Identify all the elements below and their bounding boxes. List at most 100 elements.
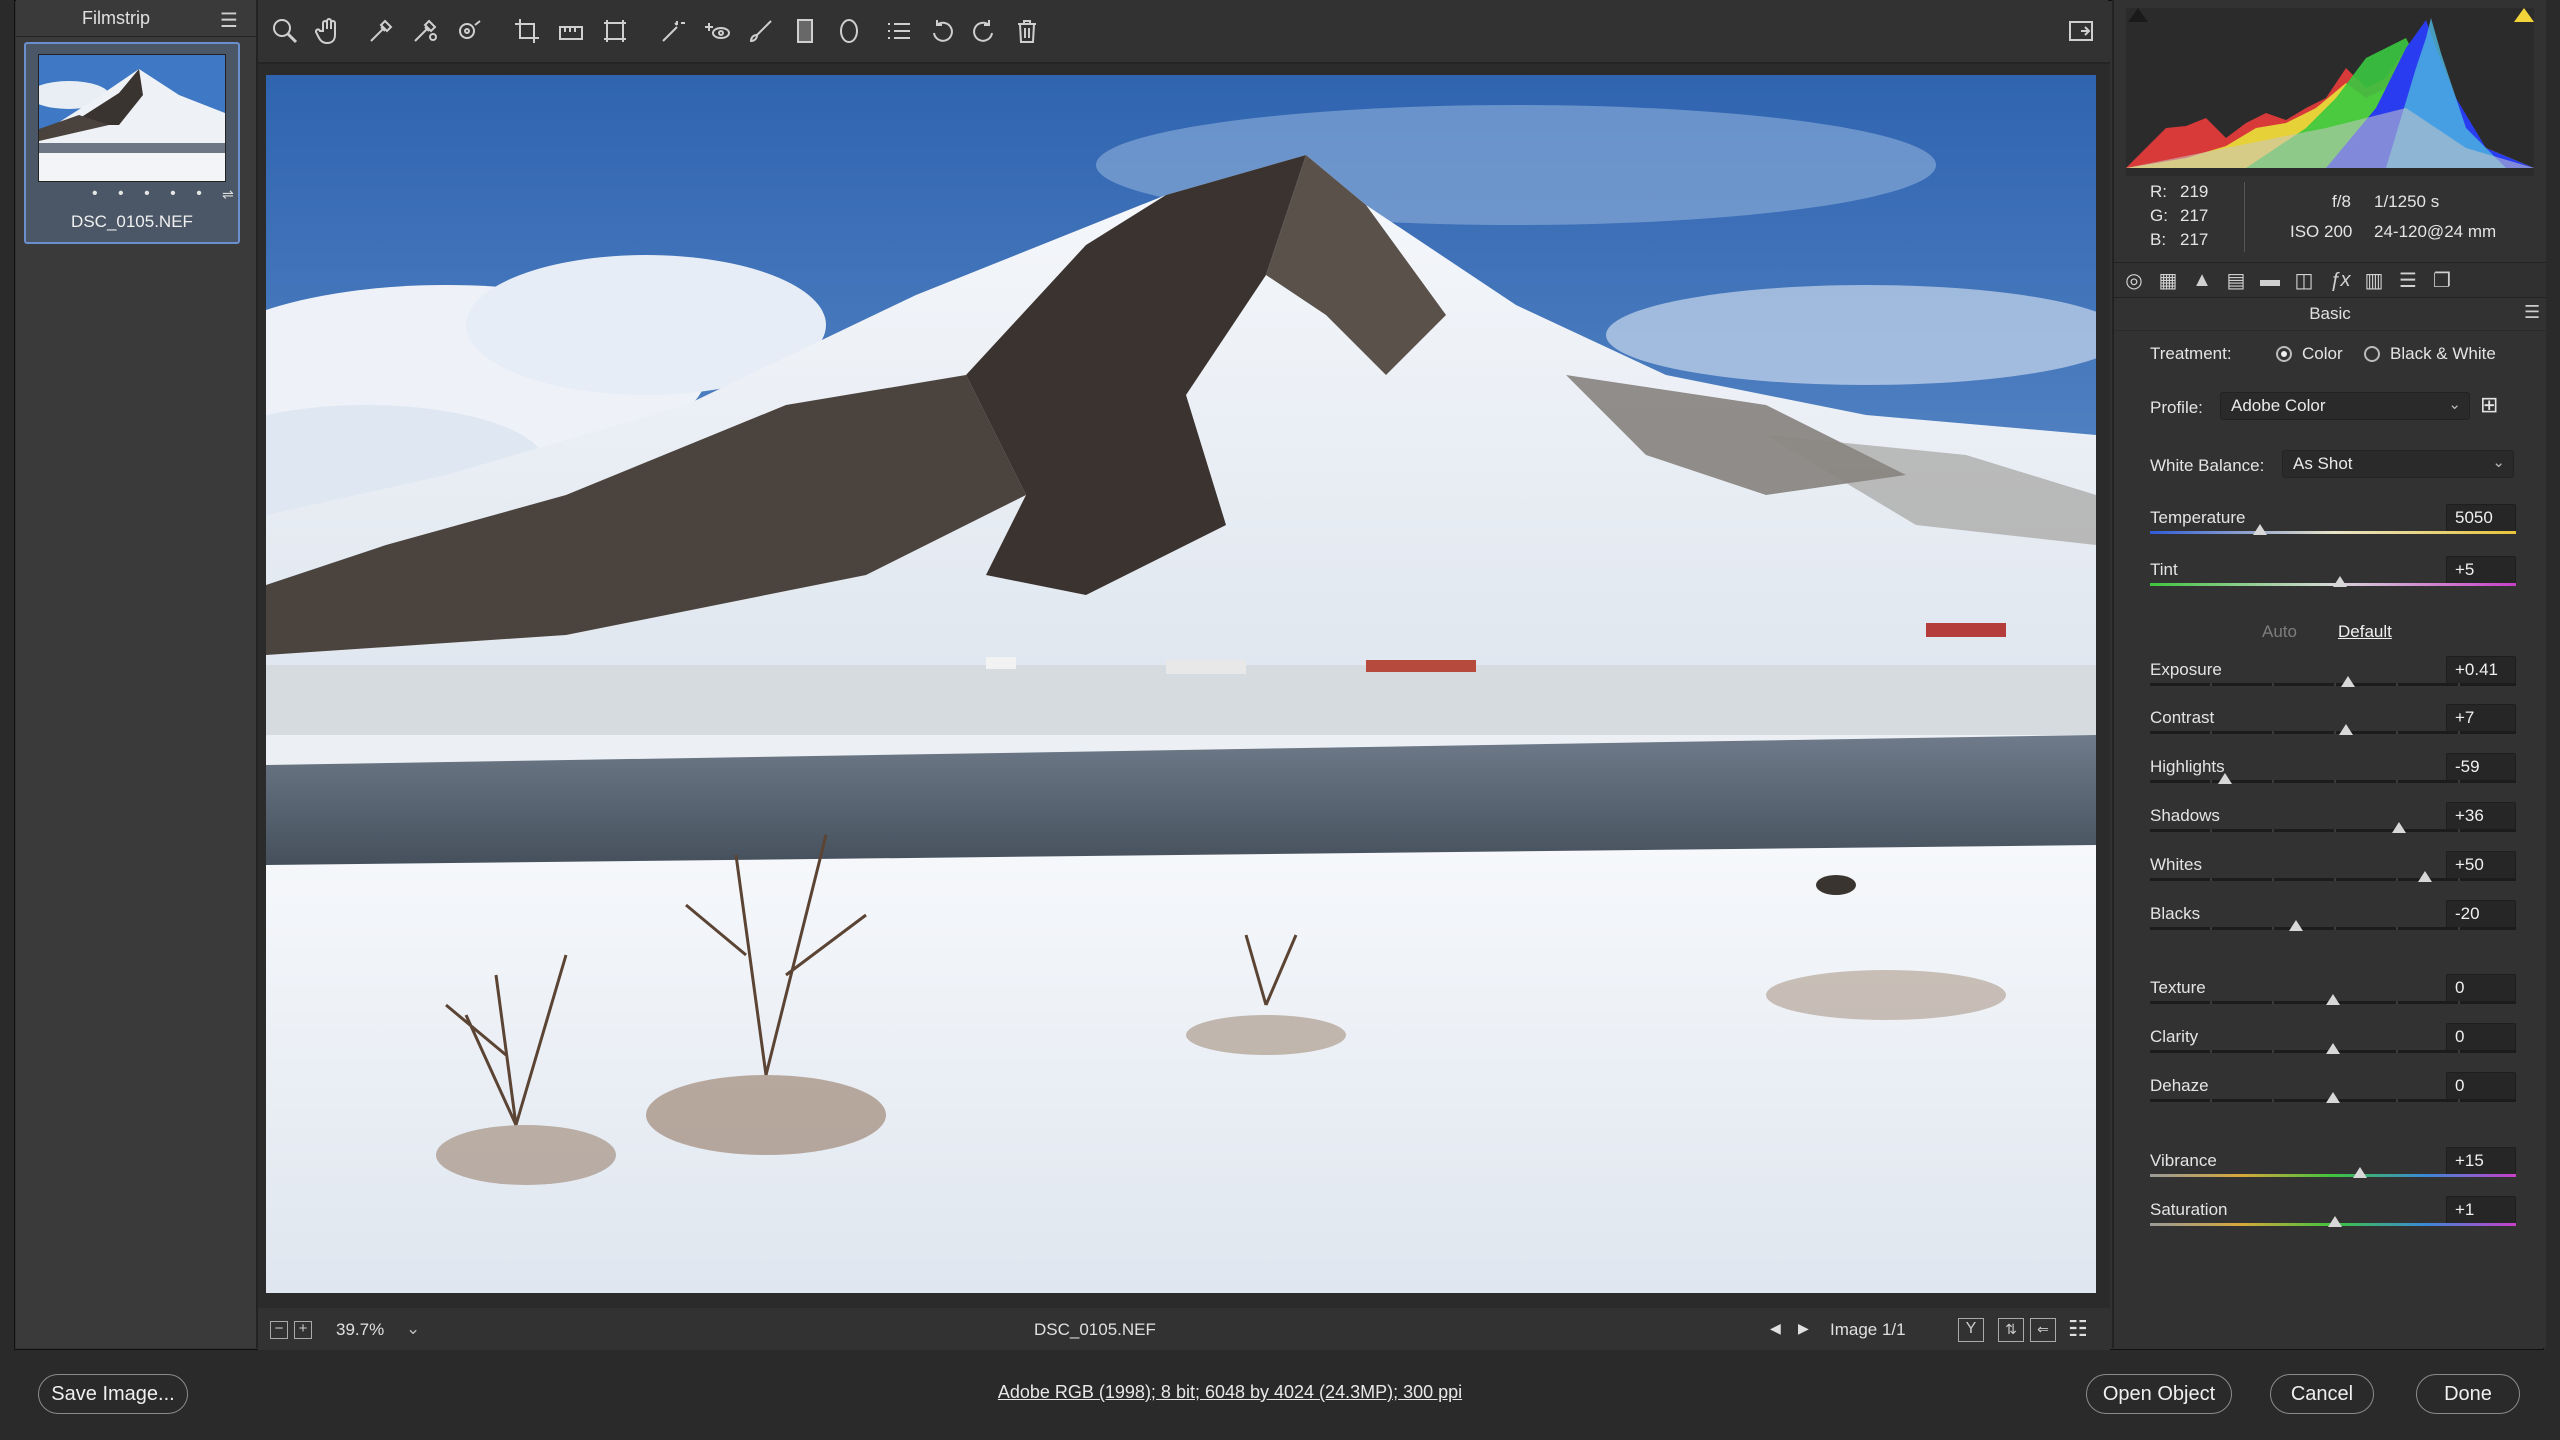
zoom-out-button[interactable]: − (270, 1321, 288, 1339)
treatment-color-radio[interactable] (2276, 346, 2292, 362)
copy-settings-icon[interactable]: ⇐ (2030, 1318, 2056, 1342)
exposure-label: Exposure (2150, 660, 2222, 679)
highlights-slider-track[interactable] (2150, 780, 2516, 783)
contrast-slider-track[interactable] (2150, 731, 2516, 734)
toolbar (258, 0, 2108, 62)
tab-snapshots-icon[interactable]: ❐ (2428, 267, 2456, 293)
white-balance-dropdown[interactable]: As Shot ⌄ (2282, 450, 2514, 478)
exposure-slider-thumb[interactable] (2340, 676, 2355, 687)
lens-readout: 24-120@24 mm (2374, 222, 2497, 241)
exposure-value[interactable]: +0.41 (2446, 656, 2516, 684)
dehaze-value[interactable]: 0 (2446, 1072, 2516, 1100)
prev-image-icon[interactable]: ◀ (1770, 1320, 1781, 1337)
treatment-color-label[interactable]: Color (2302, 344, 2343, 364)
zoom-tool-icon[interactable] (268, 14, 302, 48)
cancel-button[interactable]: Cancel (2270, 1374, 2374, 1414)
filmstrip-thumbnail[interactable]: • • • • • ⇌ DSC_0105.NEF (24, 42, 240, 244)
vibrance-slider-track[interactable] (2150, 1174, 2516, 1177)
saturation-slider-thumb[interactable] (2327, 1216, 2342, 1227)
tint-label: Tint (2150, 560, 2178, 579)
straighten-icon[interactable] (554, 14, 588, 48)
texture-value[interactable]: 0 (2446, 974, 2516, 1002)
open-object-button[interactable]: Open Object (2086, 1374, 2232, 1414)
temperature-slider-track[interactable] (2150, 531, 2516, 534)
vibrance-slider-thumb[interactable] (2353, 1167, 2368, 1178)
tint-slider-thumb[interactable] (2333, 576, 2348, 587)
whites-slider-thumb[interactable] (2417, 871, 2432, 882)
auto-button[interactable]: Auto (2262, 622, 2297, 642)
temperature-label: Temperature (2150, 508, 2246, 527)
radial-filter-icon[interactable] (832, 14, 866, 48)
before-after-icon[interactable]: Y (1958, 1318, 1984, 1342)
tint-value[interactable]: +5 (2446, 556, 2516, 584)
clarity-slider-thumb[interactable] (2326, 1043, 2340, 1054)
rotate-left-icon[interactable] (926, 14, 960, 48)
color-sampler-icon[interactable] (408, 14, 442, 48)
clarity-value[interactable]: 0 (2446, 1023, 2516, 1051)
temperature-value[interactable]: 5050 (2446, 504, 2516, 532)
texture-slider-thumb[interactable] (2326, 994, 2340, 1005)
adjustment-brush-icon[interactable] (744, 14, 778, 48)
white-balance-label: White Balance: (2150, 456, 2265, 475)
red-eye-icon[interactable] (700, 14, 734, 48)
saturation-value[interactable]: +1 (2446, 1196, 2516, 1224)
transform-icon[interactable] (598, 14, 632, 48)
rotate-right-icon[interactable] (966, 14, 1000, 48)
blacks-slider-track[interactable] (2150, 927, 2516, 930)
whites-value[interactable]: +50 (2446, 851, 2516, 879)
done-button[interactable]: Done (2416, 1374, 2520, 1414)
blacks-slider-thumb[interactable] (2289, 920, 2304, 931)
tab-presets-icon[interactable]: ☰ (2394, 267, 2422, 293)
tab-split-toning-icon[interactable]: ▬ (2256, 267, 2284, 293)
targeted-adjustment-icon[interactable] (452, 14, 486, 48)
tab-lens-icon[interactable]: ◫ (2290, 267, 2318, 293)
next-image-icon[interactable]: ▶ (1798, 1320, 1809, 1337)
hand-tool-icon[interactable] (312, 14, 346, 48)
blacks-value[interactable]: -20 (2446, 900, 2516, 928)
thumbnail-rating[interactable]: • • • • • (92, 185, 210, 203)
tab-hsl-icon[interactable]: ▤ (2222, 267, 2250, 293)
zoom-level[interactable]: 39.7% (336, 1320, 384, 1340)
vibrance-value[interactable]: +15 (2446, 1147, 2516, 1175)
thumbnail-filename: DSC_0105.NEF (71, 212, 193, 231)
readout-g-value: 217 (2180, 206, 2209, 225)
default-button[interactable]: Default (2338, 622, 2392, 642)
filmstrip-menu-icon[interactable]: ☰ (220, 8, 238, 33)
treatment-bw-label[interactable]: Black & White (2390, 344, 2496, 364)
zoom-in-button[interactable]: + (294, 1321, 312, 1339)
shadow-clipping-warning-icon[interactable] (2128, 8, 2148, 22)
spot-removal-icon[interactable] (656, 14, 690, 48)
contrast-slider-thumb[interactable] (2338, 724, 2353, 735)
readout-r-label: R: (2150, 182, 2167, 201)
contrast-value[interactable]: +7 (2446, 704, 2516, 732)
tab-effects-icon[interactable]: ƒx (2326, 267, 2354, 293)
tab-calibration-icon[interactable]: ▥ (2360, 267, 2388, 293)
treatment-bw-radio[interactable] (2364, 346, 2380, 362)
preview-photo[interactable] (266, 75, 2096, 1293)
temperature-slider-thumb[interactable] (2252, 524, 2267, 535)
zoom-dropdown-icon[interactable]: ⌄ (406, 1319, 420, 1339)
crop-icon[interactable] (510, 14, 544, 48)
delete-icon[interactable] (1010, 14, 1044, 48)
white-balance-tool-icon[interactable] (364, 14, 398, 48)
shadows-slider-track[interactable] (2150, 829, 2516, 832)
whites-slider-track[interactable] (2150, 878, 2516, 881)
swap-settings-icon[interactable]: ⇅ (1998, 1318, 2024, 1342)
panel-menu-icon[interactable]: ☰ (2524, 302, 2540, 323)
highlight-clipping-warning-icon[interactable] (2514, 8, 2534, 22)
tab-detail-icon[interactable]: ▲ (2188, 267, 2216, 293)
dehaze-slider-thumb[interactable] (2326, 1092, 2340, 1103)
preview-preferences-icon[interactable]: ☷ (2068, 1316, 2088, 1342)
shadows-value[interactable]: +36 (2446, 802, 2516, 830)
highlights-value[interactable]: -59 (2446, 753, 2516, 781)
presets-list-icon[interactable] (882, 14, 916, 48)
graduated-filter-icon[interactable] (788, 14, 822, 48)
shadows-slider-thumb[interactable] (2391, 822, 2406, 833)
tab-basic-icon[interactable]: ◎ (2120, 267, 2148, 293)
tab-tone-curve-icon[interactable]: ▦ (2154, 267, 2182, 293)
exposure-slider-track[interactable] (2150, 683, 2516, 686)
highlights-slider-thumb[interactable] (2218, 773, 2233, 784)
profile-browser-icon[interactable]: ⊞ (2480, 392, 2498, 418)
toggle-fullscreen-icon[interactable] (2064, 14, 2098, 48)
profile-dropdown[interactable]: Adobe Color ⌄ (2220, 392, 2470, 420)
